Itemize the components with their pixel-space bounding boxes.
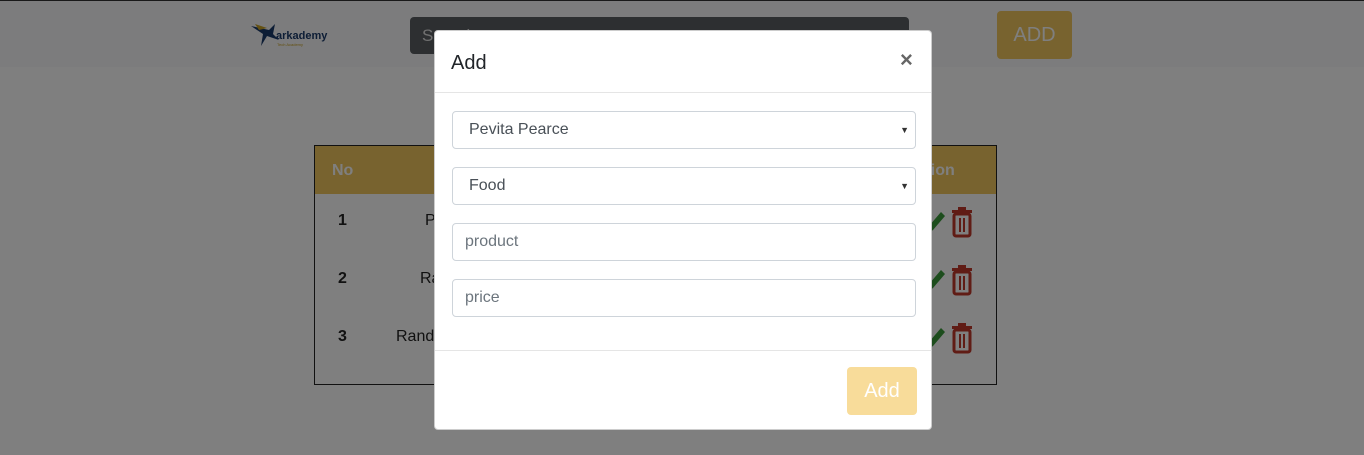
submit-add-button[interactable]: Add: [847, 367, 917, 415]
close-icon[interactable]: ×: [900, 49, 913, 71]
modal-title: Add: [451, 52, 487, 74]
category-select[interactable]: Food ▼: [452, 167, 916, 205]
product-input[interactable]: product: [452, 223, 916, 261]
price-input[interactable]: price: [452, 279, 916, 317]
page: arkademy Tech Academy Search ADD No Acti…: [0, 0, 1364, 455]
cashier-select[interactable]: Pevita Pearce ▼: [452, 111, 916, 149]
category-select-value: Food: [469, 177, 506, 194]
cashier-select-value: Pevita Pearce: [469, 121, 569, 138]
modal-header: Add ×: [435, 31, 931, 93]
add-modal: Add × Pevita Pearce ▼ Food ▼ product pri…: [434, 30, 932, 430]
caret-down-icon: ▼: [900, 125, 909, 135]
caret-down-icon: ▼: [900, 181, 909, 191]
modal-footer: Add: [435, 350, 931, 430]
